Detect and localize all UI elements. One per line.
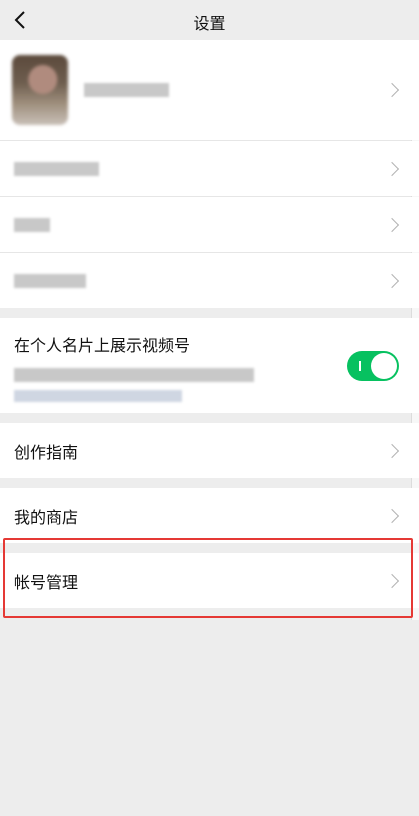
shop-group: 我的商店 (0, 488, 419, 543)
chevron-right-icon (384, 273, 400, 288)
channel-toggle-group: 在个人名片上展示视频号 (0, 318, 419, 413)
list-item[interactable] (0, 197, 419, 252)
blurred-label (14, 161, 99, 176)
blurred-description (14, 390, 182, 402)
menu-item-account[interactable]: 帐号管理 (0, 553, 419, 608)
channel-toggle-switch[interactable] (347, 351, 399, 381)
blurred-label (14, 217, 50, 232)
profile-row[interactable] (0, 40, 419, 140)
chevron-right-icon (384, 217, 400, 232)
chevron-right-icon (384, 573, 400, 588)
menu-item-label: 帐号管理 (14, 572, 79, 592)
channel-toggle-label: 在个人名片上展示视频号 (14, 336, 191, 355)
chevron-right-icon (384, 82, 400, 98)
menu-item-guide[interactable]: 创作指南 (0, 423, 419, 478)
blurred-label (14, 273, 86, 288)
section-gap (0, 543, 419, 553)
toggle-on-indicator (359, 361, 361, 371)
profile-name-blurred (84, 83, 169, 97)
chevron-right-icon (384, 508, 400, 523)
avatar (12, 55, 68, 125)
section-gap (0, 413, 419, 423)
blurred-description (14, 368, 254, 382)
guide-group: 创作指南 (0, 423, 419, 478)
chevron-right-icon (384, 443, 400, 458)
section-gap (0, 308, 419, 318)
profile-group (0, 40, 419, 308)
toggle-knob (371, 353, 397, 379)
menu-item-label: 我的商店 (14, 507, 79, 527)
nav-bar: 设置 (0, 0, 419, 40)
chevron-right-icon (384, 161, 400, 176)
section-gap (0, 478, 419, 488)
list-item[interactable] (0, 253, 419, 308)
menu-item-shop[interactable]: 我的商店 (0, 488, 419, 543)
page-title: 设置 (193, 14, 226, 33)
account-group: 帐号管理 (0, 553, 419, 608)
list-item[interactable] (0, 141, 419, 196)
channel-toggle-description (14, 368, 254, 402)
channel-toggle-row: 在个人名片上展示视频号 (0, 318, 419, 413)
menu-item-label: 创作指南 (14, 442, 79, 462)
